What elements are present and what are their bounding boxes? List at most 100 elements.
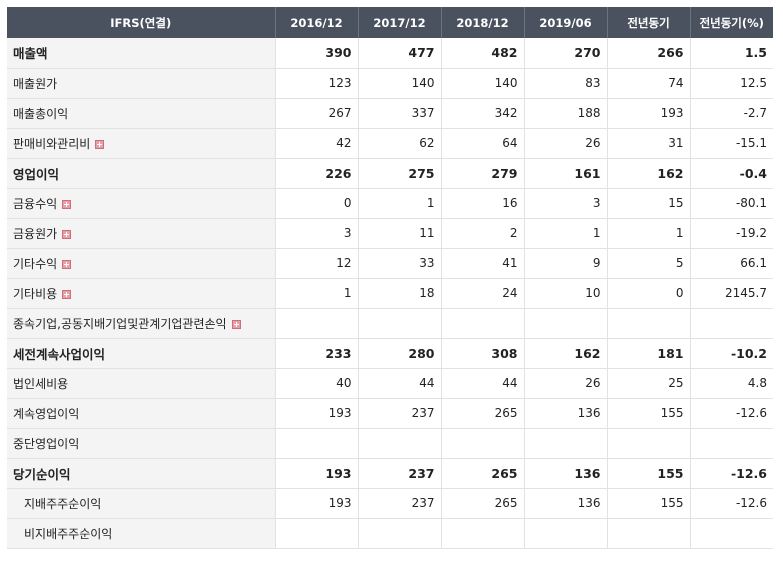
row-label-text: 판매비와관리비: [13, 136, 91, 151]
table-row: 법인세비용 40 44 44 26 25 4.8: [7, 368, 773, 399]
row-label-text: 매출액: [13, 46, 48, 62]
cell-value: 237: [357, 398, 441, 429]
row-label-text: 비지배주주순이익: [24, 526, 113, 541]
cell-value: 2: [440, 218, 524, 249]
cell-value: 155: [606, 458, 690, 489]
cell-value: 237: [357, 488, 441, 519]
expand-plus-icon[interactable]: [231, 319, 241, 329]
cell-value: 12: [274, 248, 358, 279]
cell-value: 477: [357, 38, 441, 69]
header-col-2017: 2017/12: [357, 7, 441, 38]
cell-value: 188: [523, 98, 607, 129]
row-label-text: 세전계속사업이익: [13, 346, 106, 362]
cell-value: 136: [523, 488, 607, 519]
row-label: 당기순이익: [7, 458, 275, 489]
cell-value: [523, 428, 607, 459]
row-label-text: 기타수익: [13, 256, 58, 271]
cell-value: [357, 308, 441, 339]
table-row: 중단영업이익: [7, 428, 773, 459]
table-row: 판매비와관리비 42 62 64 26 31 -15.1: [7, 128, 773, 159]
cell-value: [523, 518, 607, 549]
header-ifrs: IFRS(연결): [7, 7, 275, 38]
cell-value: 136: [523, 458, 607, 489]
cell-yoy-pct: -10.2: [689, 338, 773, 369]
cell-value: 26: [523, 128, 607, 159]
row-label-text: 계속영업이익: [13, 406, 80, 421]
cell-value: [523, 308, 607, 339]
cell-value: [606, 428, 690, 459]
row-label-text: 당기순이익: [13, 466, 71, 482]
row-label: 금융수익: [7, 188, 275, 219]
row-label-text: 영업이익: [13, 166, 60, 182]
cell-value: 270: [523, 38, 607, 69]
cell-value: 162: [523, 338, 607, 369]
cell-value: 3: [523, 188, 607, 219]
cell-value: 0: [274, 188, 358, 219]
cell-value: [274, 518, 358, 549]
cell-yoy-pct: -0.4: [689, 158, 773, 189]
cell-value: 337: [357, 98, 441, 129]
cell-yoy-pct: -15.1: [689, 128, 773, 159]
row-label-text: 기타비용: [13, 286, 58, 301]
cell-value: 3: [274, 218, 358, 249]
cell-value: 11: [357, 218, 441, 249]
cell-value: 44: [440, 368, 524, 399]
cell-value: 83: [523, 68, 607, 99]
cell-value: [274, 308, 358, 339]
row-label-text: 금융수익: [13, 196, 58, 211]
cell-value: 26: [523, 368, 607, 399]
cell-value: [606, 308, 690, 339]
row-label: 종속기업,공동지배기업및관계기업관련손익: [7, 308, 275, 339]
table-header-row: IFRS(연결) 2016/12 2017/12 2018/12 2019/06…: [7, 7, 773, 38]
cell-value: 25: [606, 368, 690, 399]
header-col-prev-period-pct: 전년동기(%): [689, 7, 773, 38]
row-label: 금융원가: [7, 218, 275, 249]
expand-plus-icon[interactable]: [62, 229, 72, 239]
row-label: 기타수익: [7, 248, 275, 279]
table-row: 영업이익 226 275 279 161 162 -0.4: [7, 158, 773, 189]
cell-value: 237: [357, 458, 441, 489]
row-label-text: 종속기업,공동지배기업및관계기업관련손익: [13, 316, 227, 331]
cell-yoy-pct: -12.6: [689, 488, 773, 519]
cell-value: 267: [274, 98, 358, 129]
cell-value: 18: [357, 278, 441, 309]
header-col-prev-period: 전년동기: [606, 7, 690, 38]
table-row: 기타수익 12 33 41 9 5 66.1: [7, 248, 773, 279]
row-label: 비지배주주순이익: [7, 518, 275, 549]
cell-value: 42: [274, 128, 358, 159]
cell-value: 265: [440, 488, 524, 519]
cell-value: 275: [357, 158, 441, 189]
table-row: 종속기업,공동지배기업및관계기업관련손익: [7, 308, 773, 339]
cell-value: 280: [357, 338, 441, 369]
cell-value: 266: [606, 38, 690, 69]
cell-value: 226: [274, 158, 358, 189]
table-row: 비지배주주순이익: [7, 518, 773, 549]
cell-value: 155: [606, 398, 690, 429]
cell-value: 193: [274, 398, 358, 429]
expand-plus-icon[interactable]: [95, 139, 105, 149]
row-label: 세전계속사업이익: [7, 338, 275, 369]
row-label-text: 매출원가: [13, 76, 58, 91]
cell-value: 31: [606, 128, 690, 159]
cell-value: 193: [274, 488, 358, 519]
cell-value: 24: [440, 278, 524, 309]
cell-value: 1: [274, 278, 358, 309]
cell-value: 279: [440, 158, 524, 189]
expand-plus-icon[interactable]: [62, 199, 72, 209]
cell-value: [440, 308, 524, 339]
cell-yoy-pct: 66.1: [689, 248, 773, 279]
cell-value: 193: [274, 458, 358, 489]
cell-value: 74: [606, 68, 690, 99]
cell-value: 1: [523, 218, 607, 249]
row-label-text: 매출총이익: [13, 106, 69, 121]
expand-plus-icon[interactable]: [62, 259, 72, 269]
cell-yoy-pct: [689, 308, 773, 339]
cell-yoy-pct: -12.6: [689, 398, 773, 429]
cell-yoy-pct: 1.5: [689, 38, 773, 69]
header-col-2019: 2019/06: [523, 7, 607, 38]
cell-value: [440, 518, 524, 549]
table-body: 매출액 390 477 482 270 266 1.5 매출원가 123 140 140 83 74 12…: [7, 38, 773, 549]
cell-value: [357, 428, 441, 459]
cell-yoy-pct: 2145.7: [689, 278, 773, 309]
expand-plus-icon[interactable]: [62, 289, 72, 299]
